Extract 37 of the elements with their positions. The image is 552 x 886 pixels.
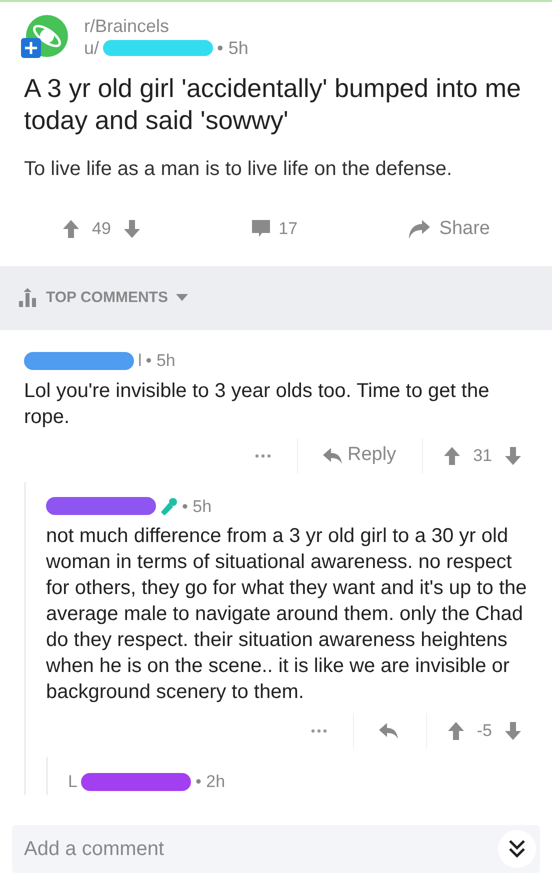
bar-chart-icon bbox=[18, 288, 38, 308]
post-score: 49 bbox=[92, 218, 111, 240]
comment-time: • 5h bbox=[182, 496, 212, 518]
comment-time: • 2h bbox=[195, 771, 226, 793]
comment-score: 31 bbox=[473, 444, 492, 467]
author-name[interactable]: u/ bbox=[84, 37, 100, 59]
author-name[interactable]: L bbox=[68, 769, 78, 794]
downvote-arrow-icon[interactable] bbox=[504, 446, 522, 466]
speech-bubble-icon bbox=[250, 219, 271, 239]
planet-logo-icon bbox=[20, 14, 68, 60]
sort-dropdown[interactable]: TOP COMMENTS bbox=[18, 286, 188, 310]
comment-time: • 5h bbox=[146, 350, 176, 372]
share-arrow-icon bbox=[407, 218, 432, 240]
share-button[interactable]: Share bbox=[407, 214, 490, 244]
post-title: A 3 yr old girl 'accidentally' bumped into me today and said 'sowwy' bbox=[23, 72, 522, 136]
reply-arrow-icon bbox=[378, 721, 400, 741]
upvote-arrow-icon[interactable] bbox=[446, 721, 465, 741]
comment-input-field[interactable]: Add a comment bbox=[12, 825, 540, 873]
more-options-icon[interactable] bbox=[254, 454, 270, 458]
author-name[interactable]: l bbox=[138, 348, 142, 374]
subreddit-name[interactable]: r/Braincels bbox=[84, 15, 248, 37]
upvote-arrow-icon[interactable] bbox=[62, 219, 80, 239]
upvote-arrow-icon[interactable] bbox=[443, 446, 462, 466]
post-text: To live life as a man is to live life on the defense. bbox=[23, 157, 454, 182]
comment-score: -5 bbox=[476, 720, 492, 742]
reply-button[interactable] bbox=[378, 721, 400, 741]
comment-text: Lol you're invisible to 3 year olds too. Time to get the rope. bbox=[24, 378, 490, 430]
double-chevron-down-icon[interactable] bbox=[498, 830, 536, 868]
post-time: • 5h bbox=[217, 37, 248, 59]
caret-icon bbox=[176, 294, 188, 302]
downvote-arrow-icon[interactable] bbox=[504, 721, 522, 741]
comment-text: not much difference from a 3 yr old girl to a 30 yr old woman in terms of situational awareness. no respect for others, they go for what they want and it's up to the average male to navigate around them. only the Chad do they respect. their situation awareness heightens when he is on the scene.. it is like we are invisible or background scenery to them. bbox=[46, 524, 528, 705]
more-options-icon[interactable] bbox=[310, 729, 327, 733]
comments-button[interactable]: 17 bbox=[250, 216, 298, 242]
reply-button[interactable]: Reply bbox=[322, 441, 396, 470]
reply-arrow-icon bbox=[322, 446, 344, 466]
downvote-arrow-icon[interactable] bbox=[122, 219, 141, 239]
